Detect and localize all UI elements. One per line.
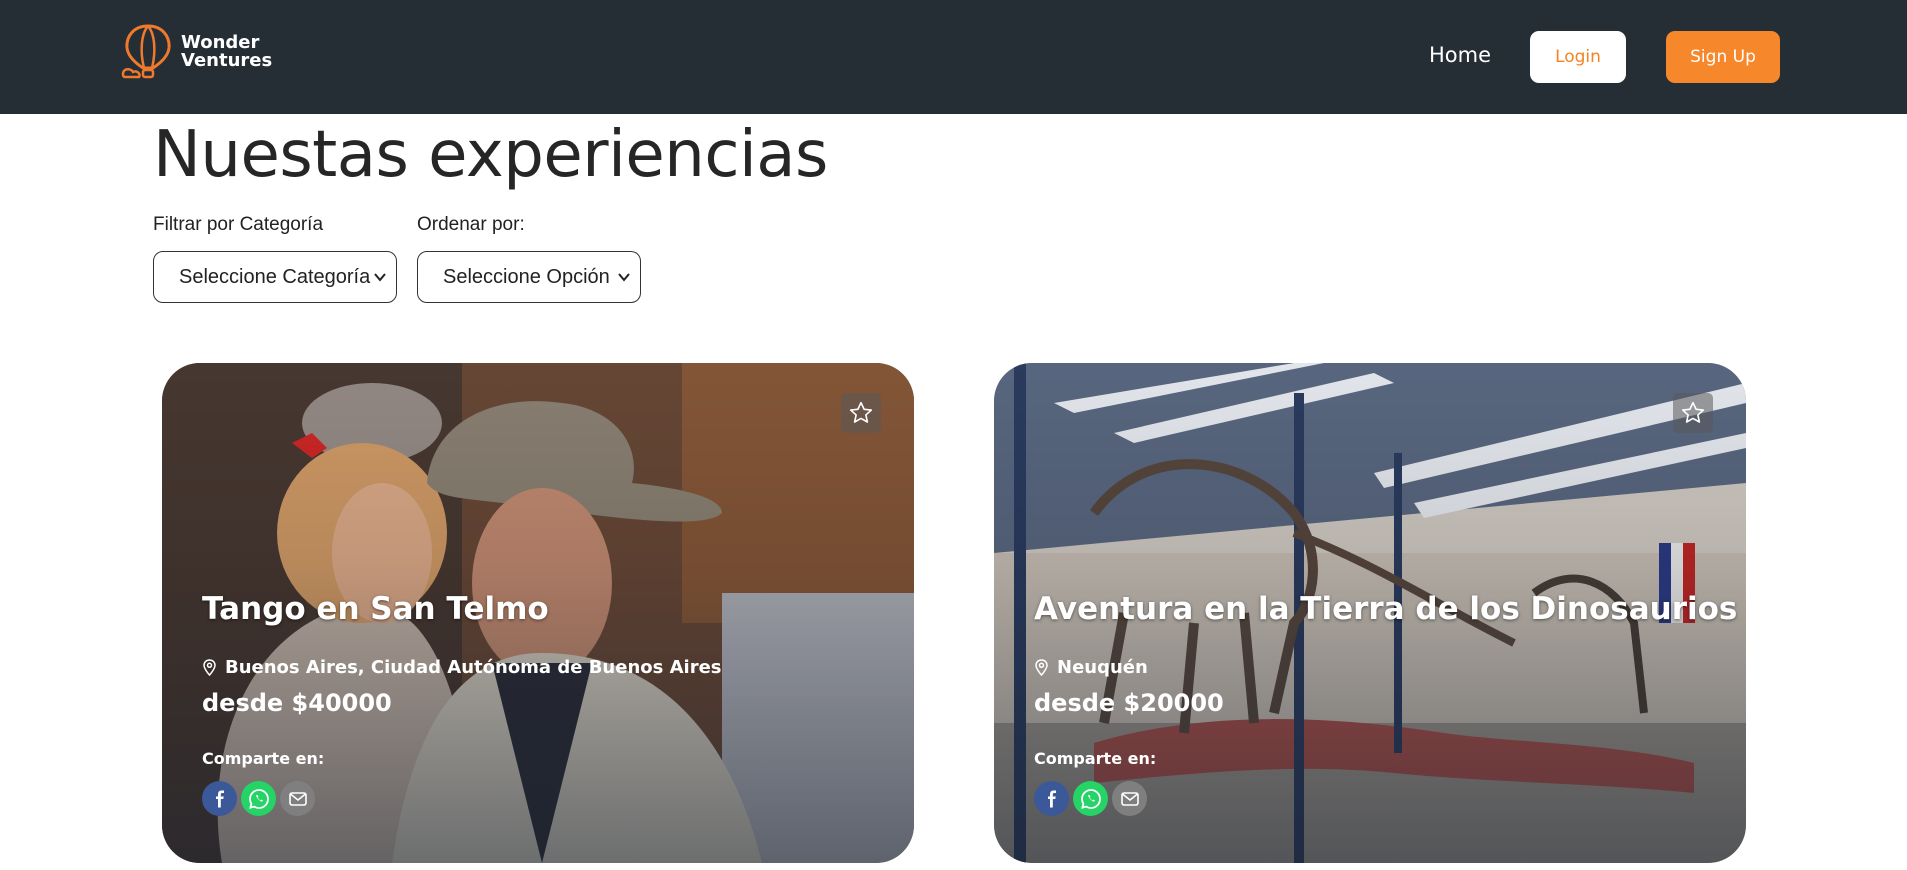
share-buttons — [202, 781, 315, 816]
mail-icon — [288, 791, 307, 806]
brand-name-line2: Ventures — [181, 50, 273, 71]
whatsapp-icon — [248, 788, 269, 809]
share-label: Comparte en: — [1034, 749, 1157, 768]
facebook-share-button[interactable] — [202, 781, 237, 816]
facebook-icon — [215, 790, 224, 807]
location-pin-icon — [1035, 659, 1048, 676]
category-filter-label: Filtrar por Categoría — [153, 214, 324, 235]
brand-name: Wonder Ventures — [181, 34, 272, 70]
sort-select[interactable]: Seleccione Opción — [417, 251, 641, 303]
experience-card[interactable]: Aventura en la Tierra de los Dinosaurios… — [994, 363, 1746, 863]
experience-card[interactable]: Tango en San Telmo Buenos Aires, Ciudad … — [162, 363, 914, 863]
login-button[interactable]: Login — [1530, 31, 1626, 83]
card-price: desde $40000 — [202, 689, 392, 717]
share-label: Comparte en: — [202, 749, 325, 768]
nav-home-link[interactable]: Home — [1429, 43, 1491, 67]
category-select-value: Seleccione Categoría — [179, 265, 371, 288]
sort-select-value: Seleccione Opción — [443, 265, 610, 288]
signup-button[interactable]: Sign Up — [1666, 31, 1780, 83]
category-select[interactable]: Seleccione Categoría — [153, 251, 397, 303]
card-location-text: Buenos Aires, Ciudad Autónoma de Buenos … — [225, 657, 722, 678]
favorite-button[interactable] — [841, 393, 881, 433]
chevron-down-icon — [618, 273, 630, 282]
share-buttons — [1034, 781, 1147, 816]
whatsapp-share-button[interactable] — [241, 781, 276, 816]
whatsapp-share-button[interactable] — [1073, 781, 1108, 816]
card-title[interactable]: Tango en San Telmo — [202, 591, 549, 627]
chevron-down-icon — [374, 273, 386, 282]
hot-air-balloon-icon — [121, 24, 171, 79]
card-location: Neuquén — [1034, 657, 1148, 678]
card-location: Buenos Aires, Ciudad Autónoma de Buenos … — [202, 657, 722, 678]
sort-label: Ordenar por: — [417, 214, 525, 235]
star-icon — [1681, 401, 1705, 423]
mail-icon — [1120, 791, 1139, 806]
facebook-share-button[interactable] — [1034, 781, 1069, 816]
star-icon — [849, 401, 873, 423]
email-share-button[interactable] — [1112, 781, 1147, 816]
card-price: desde $20000 — [1034, 689, 1224, 717]
email-share-button[interactable] — [280, 781, 315, 816]
card-title[interactable]: Aventura en la Tierra de los Dinosaurios — [1034, 591, 1737, 627]
facebook-icon — [1047, 790, 1056, 807]
location-pin-icon — [203, 659, 216, 676]
card-location-text: Neuquén — [1057, 657, 1148, 678]
page-title: Nuestas experiencias — [153, 118, 828, 192]
whatsapp-icon — [1080, 788, 1101, 809]
favorite-button[interactable] — [1673, 393, 1713, 433]
brand-logo[interactable]: Wonder Ventures — [119, 22, 272, 82]
top-navbar: Wonder Ventures Home Login Sign Up — [0, 0, 1907, 114]
